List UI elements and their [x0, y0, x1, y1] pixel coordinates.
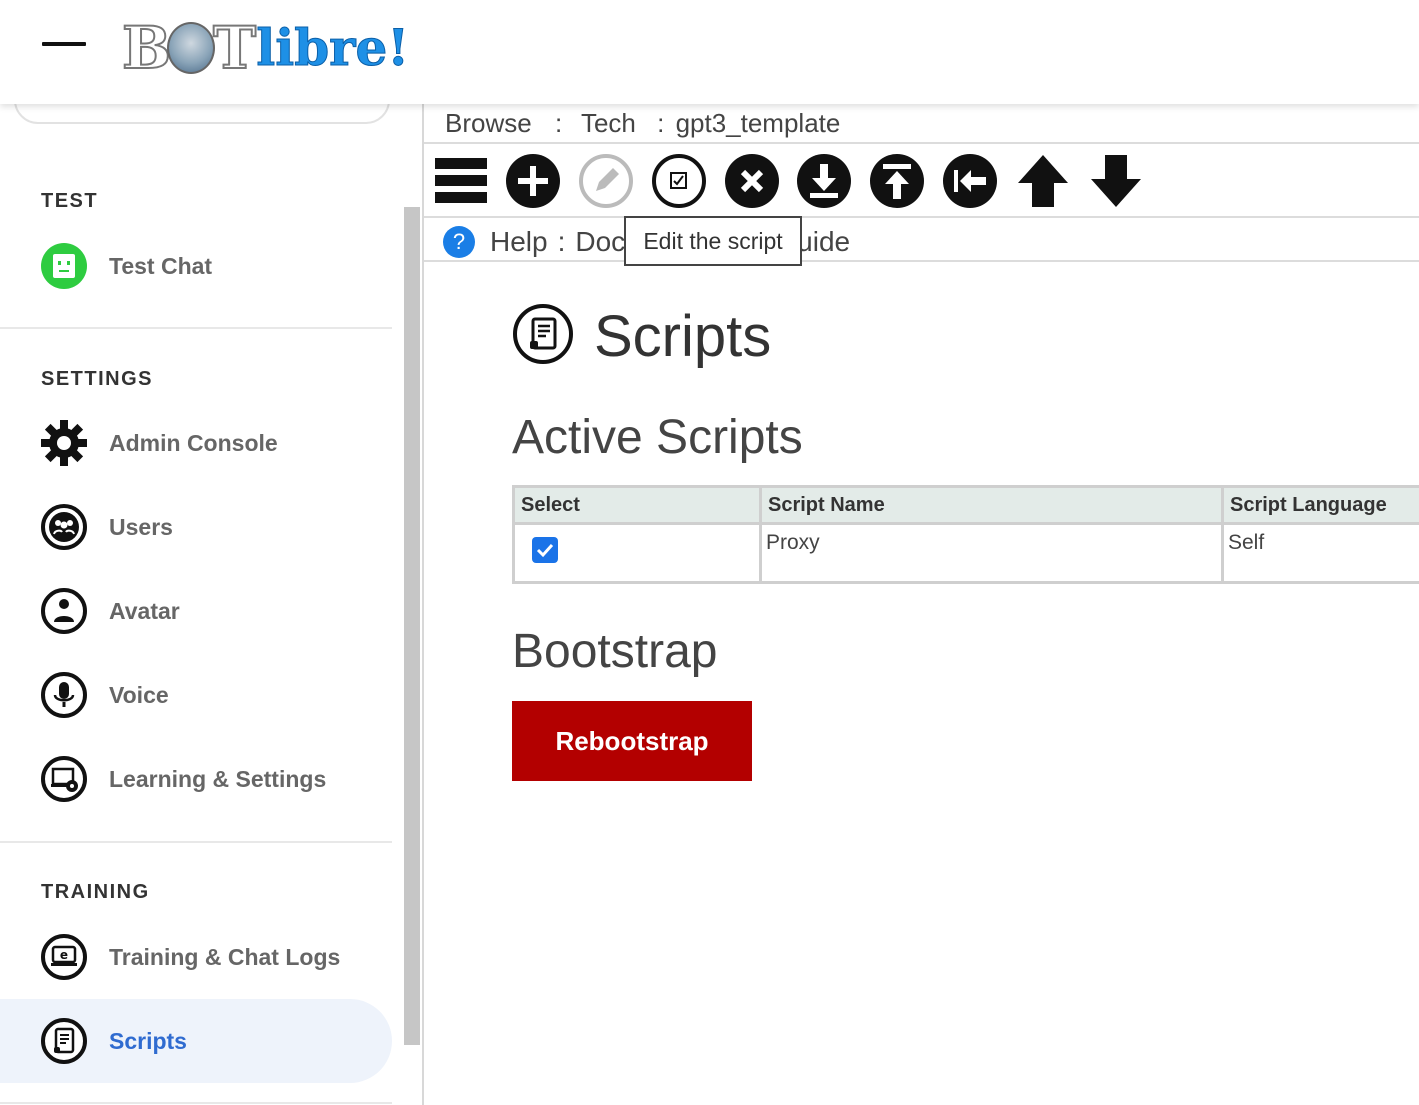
help-doc-link-end[interactable]: uide [797, 226, 850, 258]
import-icon[interactable] [795, 152, 853, 210]
divider [424, 260, 1419, 262]
script-icon [40, 1017, 88, 1065]
breadcrumb-separator: : [554, 108, 563, 138]
sidebar-item-label: Avatar [109, 597, 180, 624]
page-title: Scripts [512, 300, 771, 372]
up-arrow-icon[interactable] [1014, 152, 1072, 210]
botlibre-logo[interactable]: B T libre! [121, 14, 410, 82]
avatar-icon [40, 587, 88, 635]
sidebar-item-label: Users [109, 513, 173, 540]
scripts-table: Select Script Name Script Language Proxy… [512, 485, 1419, 584]
sidebar-item-label: Test Chat [109, 252, 213, 279]
row-select-checkbox[interactable] [532, 537, 558, 563]
column-header-select[interactable]: Select [515, 488, 759, 522]
table-row[interactable]: Proxy Self [515, 525, 1419, 581]
sidebar-item-label: Training & Chat Logs [109, 943, 341, 970]
content-border [422, 104, 424, 1105]
table-header-row: Select Script Name Script Language [515, 488, 1419, 522]
script-name-cell[interactable]: Proxy [762, 525, 1221, 581]
column-header-script-name[interactable]: Script Name [762, 488, 1221, 522]
sidebar-item-avatar[interactable]: Avatar [0, 569, 392, 653]
breadcrumb-category[interactable]: Tech [581, 108, 636, 138]
sidebar-item-label: Voice [109, 681, 169, 708]
rebootstrap-button[interactable]: Rebootstrap [512, 701, 752, 781]
script-icon [512, 303, 574, 370]
learning-settings-icon [40, 755, 88, 803]
section-title-training: TRAINING [41, 881, 150, 903]
sidebar-item-voice[interactable]: Voice [0, 653, 392, 737]
divider [424, 142, 1419, 144]
page-title-text: Scripts [594, 303, 772, 369]
sidebar-item-label: Learning & Settings [109, 765, 327, 792]
logo-text-t: T [212, 14, 257, 82]
logo-text-libre: libre! [256, 18, 410, 78]
sidebar-item-training-chat-logs[interactable]: e Training & Chat Logs [0, 915, 392, 999]
back-icon[interactable] [941, 152, 999, 210]
edit-icon[interactable] [577, 152, 635, 210]
divider [0, 841, 392, 843]
help-doc-link[interactable]: Doc [575, 226, 625, 258]
down-arrow-icon[interactable] [1087, 152, 1145, 210]
users-icon [40, 503, 88, 551]
divider [424, 216, 1419, 218]
help-label[interactable]: Help [490, 226, 548, 258]
sidebar-item-label: Admin Console [109, 429, 278, 456]
divider [0, 1102, 392, 1104]
export-icon[interactable] [868, 152, 926, 210]
microphone-icon [40, 671, 88, 719]
sidebar-item-users[interactable]: Users [0, 485, 392, 569]
help-icon[interactable]: ? [443, 226, 475, 258]
svg-text:e: e [60, 948, 68, 962]
delete-icon[interactable] [723, 152, 781, 210]
breadcrumb-browse[interactable]: Browse [445, 108, 532, 138]
help-separator: : [557, 226, 566, 257]
gear-icon [40, 419, 88, 467]
add-icon[interactable] [504, 152, 562, 210]
sidebar-item-test-chat[interactable]: Test Chat [0, 224, 392, 308]
section-title-settings: SETTINGS [41, 368, 154, 390]
menu-icon[interactable] [432, 152, 490, 210]
bootstrap-heading: Bootstrap [512, 625, 718, 678]
breadcrumb-bot[interactable]: gpt3_template [676, 108, 841, 138]
sidebar-item-learning-settings[interactable]: Learning & Settings [0, 737, 392, 821]
sidebar-item-scripts[interactable]: Scripts [0, 999, 392, 1083]
sidebar-item-admin-console[interactable]: Admin Console [0, 401, 392, 485]
chat-logs-icon: e [40, 933, 88, 981]
chat-face-icon [40, 242, 88, 290]
logo-text-bot: B [121, 14, 172, 82]
breadcrumb: Browse : Tech : gpt3_template [445, 108, 846, 139]
top-bar: B T libre! [0, 0, 1419, 104]
logo-face-icon [167, 22, 216, 74]
active-scripts-heading: Active Scripts [512, 411, 803, 464]
edit-script-icon[interactable] [650, 152, 708, 210]
tooltip: Edit the script [624, 216, 802, 266]
breadcrumb-separator: : [657, 108, 665, 138]
column-header-script-language[interactable]: Script Language [1224, 488, 1419, 522]
script-language-cell: Self [1224, 525, 1419, 581]
select-cell [515, 525, 759, 581]
sidebar-item-label: Scripts [109, 1027, 187, 1054]
menu-toggle-icon[interactable] [42, 42, 86, 46]
divider [0, 327, 392, 329]
section-title-test: TEST [41, 190, 99, 212]
sidebar: TEST Test Chat SETTINGS Admin Console Us… [0, 74, 404, 1105]
sidebar-scrollbar-thumb[interactable] [404, 207, 420, 1045]
